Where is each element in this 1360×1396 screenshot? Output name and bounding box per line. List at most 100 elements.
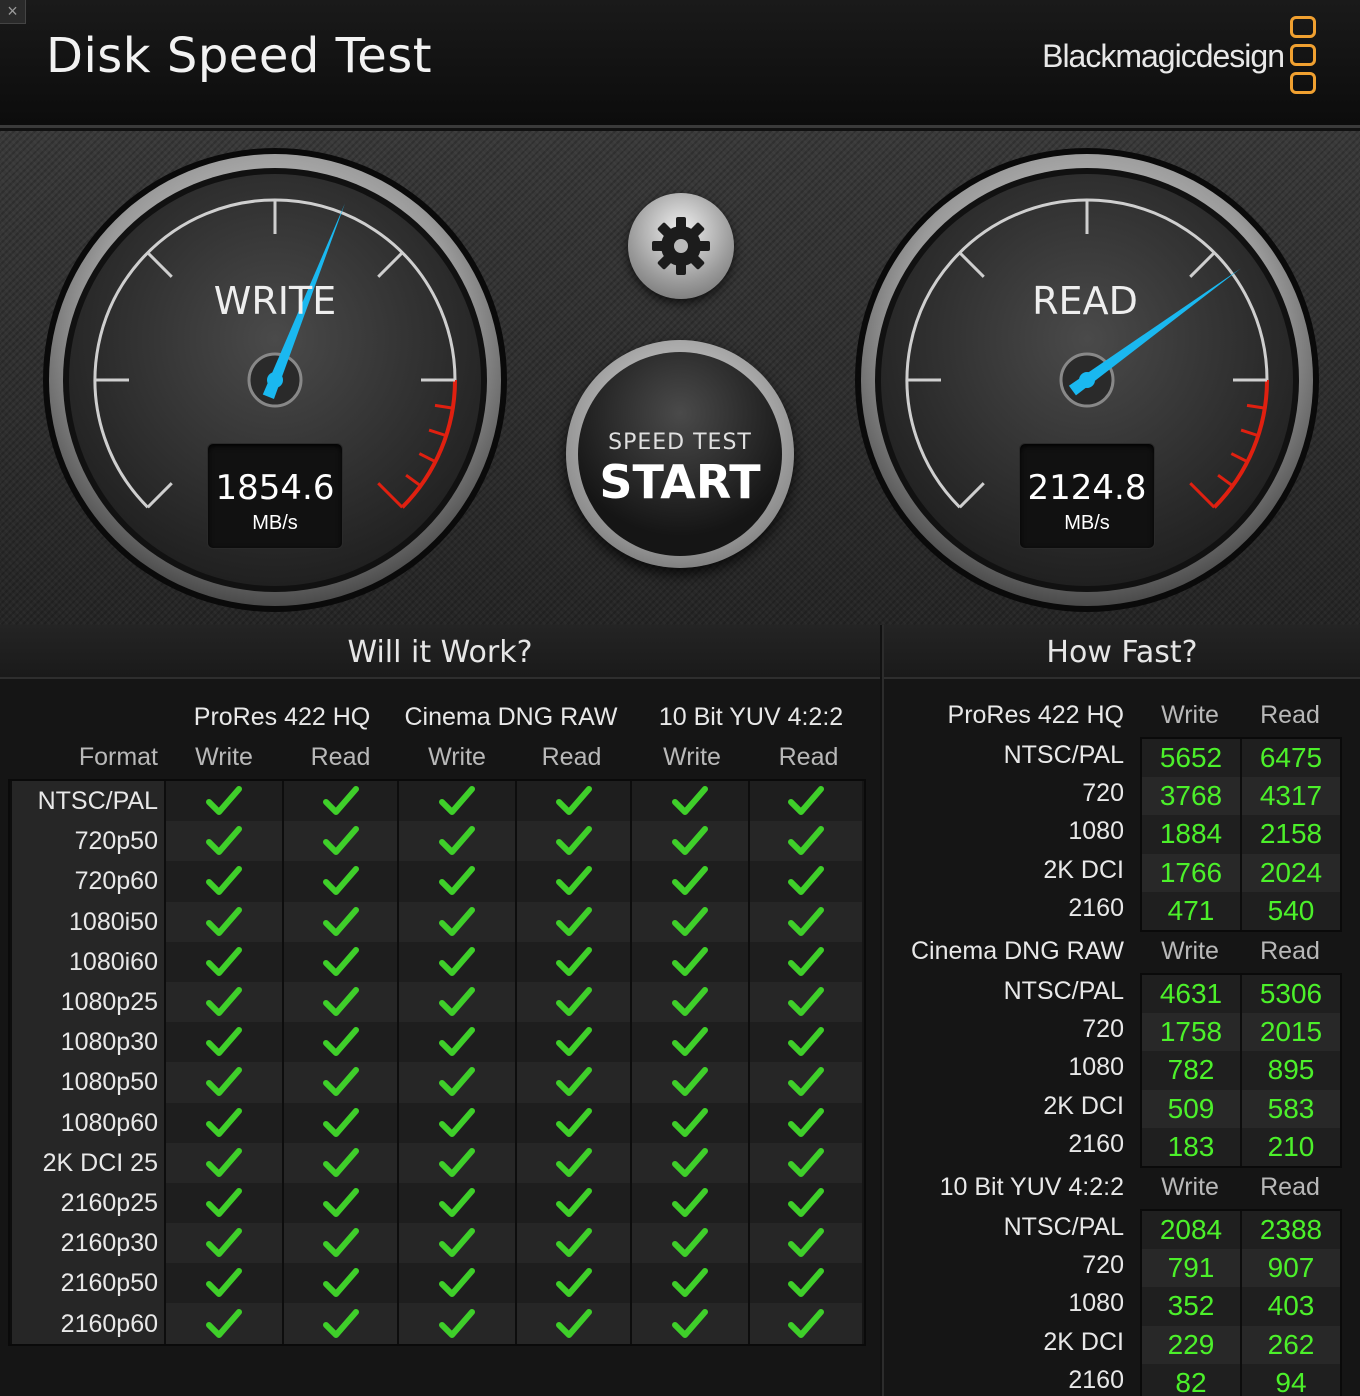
check-cell	[397, 1263, 515, 1304]
checkmark-icon	[788, 1027, 824, 1057]
format-label: 2K DCI 25	[10, 1142, 164, 1183]
checkmark-icon	[439, 866, 475, 896]
start-button-label: START	[599, 455, 761, 509]
check-cell	[748, 941, 862, 982]
how-fast-title: How Fast?	[884, 625, 1360, 679]
read-fps-value: 262	[1240, 1325, 1340, 1364]
check-cell	[515, 1022, 630, 1063]
table-row: 720p50	[10, 821, 864, 862]
check-cell	[164, 1182, 282, 1224]
checkmark-icon	[672, 906, 708, 936]
checkmark-icon	[206, 946, 242, 976]
resolution-label: NTSC/PAL	[1003, 741, 1124, 769]
check-cell	[164, 981, 282, 1023]
checkmark-icon	[672, 786, 708, 816]
checkmark-icon	[788, 1147, 824, 1177]
column-header: Read	[541, 743, 602, 771]
write-fps-value: 5652	[1142, 739, 1240, 778]
read-fps-value: 2388	[1240, 1211, 1340, 1250]
write-fps-value: 1766	[1142, 853, 1240, 892]
checkmark-icon	[555, 1147, 592, 1177]
check-cell	[515, 1182, 630, 1224]
check-cell	[397, 1022, 515, 1063]
format-label: 1080p50	[10, 1062, 164, 1103]
write-fps-value: 782	[1142, 1051, 1240, 1090]
write-fps-value: 509	[1142, 1089, 1240, 1128]
settings-button[interactable]	[628, 193, 734, 299]
check-cell	[282, 981, 397, 1023]
table-row: 2084 2388	[1142, 1211, 1340, 1250]
checkmark-icon	[322, 946, 359, 976]
table-row: 791 907	[1142, 1249, 1340, 1288]
check-cell	[282, 861, 397, 902]
brand-name: Blackmagicdesign	[1042, 38, 1285, 74]
group-header-cinema-dng: Cinema DNG RAW	[404, 703, 618, 731]
resolution-label: 720	[1082, 779, 1124, 808]
checkmark-icon	[439, 987, 475, 1017]
check-cell	[630, 941, 748, 982]
group-header-yuv: 10 Bit YUV 4:2:2	[658, 703, 844, 731]
write-fps-value: 82	[1142, 1363, 1240, 1396]
check-cell	[748, 781, 862, 822]
resolution-label: NTSC/PAL	[1003, 977, 1124, 1005]
read-speed-unit: MB/s	[1064, 512, 1110, 534]
check-cell	[282, 901, 397, 942]
checkmark-icon	[788, 826, 824, 856]
group-header-prores: ProRes 422 HQ	[193, 703, 371, 731]
checkmark-icon	[555, 1067, 592, 1097]
table-row: 4631 5306	[1142, 975, 1340, 1014]
close-button[interactable]: ×	[0, 0, 26, 24]
format-label: 2160p50	[10, 1263, 164, 1304]
write-column-header: Write	[1161, 937, 1219, 965]
check-cell	[397, 781, 515, 822]
read-fps-value: 2015	[1240, 1013, 1340, 1052]
check-cell	[515, 941, 630, 982]
checkmark-icon	[322, 1308, 359, 1338]
table-row: 1884 2158	[1142, 815, 1340, 854]
table-row: 2K DCI 25	[10, 1142, 864, 1183]
checkmark-icon	[322, 1027, 359, 1057]
resolution-label: 2K DCI	[1043, 1327, 1124, 1356]
read-readout: 2124.8 MB/s	[1019, 443, 1155, 549]
checkmark-icon	[206, 866, 242, 896]
resolution-label: 720	[1082, 1251, 1124, 1280]
checkmark-icon	[322, 1107, 359, 1137]
checkmark-icon	[206, 1187, 242, 1217]
checkmark-icon	[439, 1067, 475, 1097]
speed-table: 5652 6475 3768 4317 1884 2158 1766 2024 471 540	[1140, 737, 1342, 932]
checkmark-icon	[322, 1268, 359, 1298]
section-title: ProRes 422 HQ	[947, 701, 1124, 729]
column-header: Write	[428, 743, 486, 771]
format-label: 1080p25	[10, 981, 164, 1023]
title-bar: × Disk Speed Test Blackmagicdesign	[0, 0, 1360, 128]
section-title: 10 Bit YUV 4:2:2	[939, 1173, 1124, 1201]
check-cell	[630, 861, 748, 902]
app-title: Disk Speed Test	[46, 28, 433, 84]
checkmark-icon	[788, 906, 824, 936]
checkmark-icon	[206, 1268, 242, 1298]
checkmark-icon	[672, 1067, 708, 1097]
write-fps-value: 1758	[1142, 1013, 1240, 1052]
column-header: Write	[195, 743, 253, 771]
check-cell	[630, 981, 748, 1023]
format-label: 1080i60	[10, 941, 164, 982]
checkmark-icon	[322, 866, 359, 896]
read-fps-value: 540	[1240, 891, 1340, 930]
read-column-header: Read	[1260, 937, 1320, 965]
checkmark-icon	[439, 906, 475, 936]
how-fast-panel: How Fast? ProRes 422 HQ Write Read NTSC/PAL…	[882, 625, 1360, 1396]
start-button[interactable]: SPEED TEST START	[566, 340, 794, 568]
check-cell	[397, 1102, 515, 1143]
start-button-face[interactable]: SPEED TEST START	[578, 352, 782, 556]
check-cell	[282, 1102, 397, 1143]
table-row: 720p60	[10, 861, 864, 902]
checkmark-icon	[672, 946, 708, 976]
check-cell	[164, 781, 282, 822]
checkmark-icon	[788, 946, 824, 976]
table-row: 1080i60	[10, 941, 864, 982]
check-cell	[282, 821, 397, 862]
check-cell	[515, 1263, 630, 1304]
check-cell	[748, 1182, 862, 1224]
checkmark-icon	[672, 866, 708, 896]
checkmark-icon	[439, 1147, 475, 1177]
